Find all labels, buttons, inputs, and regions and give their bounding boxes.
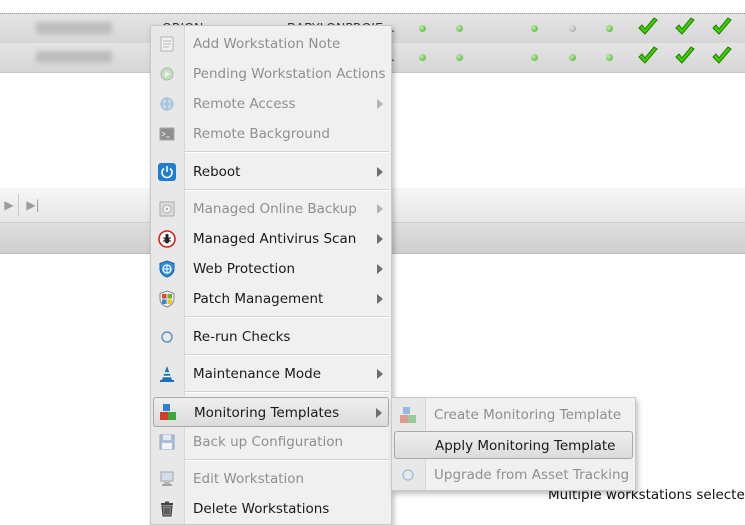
menu-item-label: Reboot (193, 164, 241, 180)
menu-item-maintenance-mode[interactable]: Maintenance Mode (153, 360, 389, 388)
menu-item-remote-background[interactable]: Remote Background (153, 120, 389, 148)
menu-item-create-monitoring-template[interactable]: Create Monitoring Template (394, 401, 633, 429)
menu-item-web-protection[interactable]: Web Protection (153, 255, 389, 283)
menu-item-managed-antivirus-scan[interactable]: Managed Antivirus Scan (153, 225, 389, 253)
note-icon (158, 35, 176, 53)
status-dot (456, 25, 463, 32)
menu-item-label: Back up Configuration (193, 434, 344, 450)
status-dot (419, 54, 426, 61)
maintenance-cone-icon (158, 365, 176, 383)
menu-item-monitoring-templates[interactable]: Monitoring Templates (153, 397, 389, 427)
check-icon (675, 17, 695, 35)
menu-item-remote-access[interactable]: Remote Access (153, 90, 389, 118)
check-icon (638, 17, 658, 35)
status-dot (606, 54, 613, 61)
web-shield-icon (158, 260, 176, 278)
menu-separator (185, 354, 389, 356)
check-icon (638, 46, 658, 64)
status-dot (531, 25, 538, 32)
status-dot (606, 25, 613, 32)
workstation-context-menu: Add Workstation Note Pending Workstation… (150, 25, 392, 525)
submenu-arrow-icon (377, 369, 383, 379)
menu-separator (185, 316, 389, 318)
menu-item-label: Apply Monitoring Template (435, 438, 616, 454)
backup-disk-icon (158, 200, 176, 218)
check-icon (675, 46, 695, 64)
submenu-arrow-icon (377, 99, 383, 109)
antivirus-bug-icon (158, 230, 176, 248)
circle-icon (399, 466, 417, 484)
menu-item-label: Upgrade from Asset Tracking (434, 467, 630, 483)
menu-item-label: Web Protection (193, 261, 296, 277)
terminal-icon (158, 125, 176, 143)
menu-item-delete-workstations[interactable]: Delete Workstations (153, 495, 389, 523)
menu-item-label: Remote Background (193, 126, 330, 142)
submenu-arrow-icon (377, 167, 383, 177)
next-page-icon[interactable]: ▶ (0, 196, 18, 214)
floppy-icon (158, 433, 176, 451)
submenu-arrow-icon (376, 408, 382, 418)
last-page-icon[interactable]: ▶| (24, 196, 42, 214)
circle-icon (158, 328, 176, 346)
menu-item-upgrade-from-asset-tracking[interactable]: Upgrade from Asset Tracking (394, 461, 633, 489)
menu-item-label: Managed Antivirus Scan (193, 231, 357, 247)
menu-item-re-run-checks[interactable]: Re-run Checks (153, 323, 389, 351)
workstation-name-blurred (36, 22, 112, 34)
template-blocks-icon (399, 406, 417, 424)
workstation-name-blurred (36, 51, 112, 63)
menu-item-label: Monitoring Templates (194, 405, 340, 421)
menu-item-pending-workstation-actions[interactable]: Pending Workstation Actions (153, 60, 389, 88)
menu-item-label: Maintenance Mode (193, 366, 322, 382)
remote-access-icon (158, 95, 176, 113)
pending-actions-icon (158, 65, 176, 83)
status-dot (531, 54, 538, 61)
menu-item-apply-monitoring-template[interactable]: Apply Monitoring Template (394, 431, 633, 459)
menu-item-managed-online-backup[interactable]: Managed Online Backup (153, 195, 389, 223)
menu-item-patch-management[interactable]: Patch Management (153, 285, 389, 313)
status-dot (456, 54, 463, 61)
menu-separator (185, 189, 389, 191)
menu-item-label: Managed Online Backup (193, 201, 357, 217)
status-dot (569, 54, 576, 61)
status-dot (419, 25, 426, 32)
power-icon (158, 163, 176, 181)
menu-separator (185, 459, 389, 461)
windows-shield-icon (158, 290, 176, 308)
monitoring-templates-submenu: Create Monitoring Template Apply Monitor… (391, 397, 636, 491)
status-dot (569, 25, 576, 32)
menu-item-label: Re-run Checks (193, 329, 291, 345)
menu-item-label: Remote Access (193, 96, 296, 112)
menu-item-add-workstation-note[interactable]: Add Workstation Note (153, 30, 389, 58)
menu-item-label: Create Monitoring Template (434, 407, 622, 423)
menu-separator (185, 151, 389, 153)
submenu-arrow-icon (377, 264, 383, 274)
menu-item-back-up-configuration[interactable]: Back up Configuration (153, 428, 389, 456)
menu-separator (185, 391, 389, 393)
computer-icon (158, 470, 176, 488)
trash-icon (158, 500, 176, 518)
template-blocks-icon (159, 403, 177, 421)
check-icon (712, 17, 732, 35)
submenu-arrow-icon (377, 234, 383, 244)
check-icon (712, 46, 732, 64)
menu-item-label: Add Workstation Note (193, 36, 341, 52)
menu-item-label: Patch Management (193, 291, 324, 307)
menu-item-label: Delete Workstations (193, 501, 330, 517)
menu-item-label: Pending Workstation Actions (193, 66, 386, 82)
menu-item-reboot[interactable]: Reboot (153, 158, 389, 186)
menu-item-label: Edit Workstation (193, 471, 305, 487)
pager-divider (18, 194, 19, 216)
menu-item-edit-workstation[interactable]: Edit Workstation (153, 465, 389, 493)
submenu-arrow-icon (377, 204, 383, 214)
submenu-arrow-icon (377, 294, 383, 304)
